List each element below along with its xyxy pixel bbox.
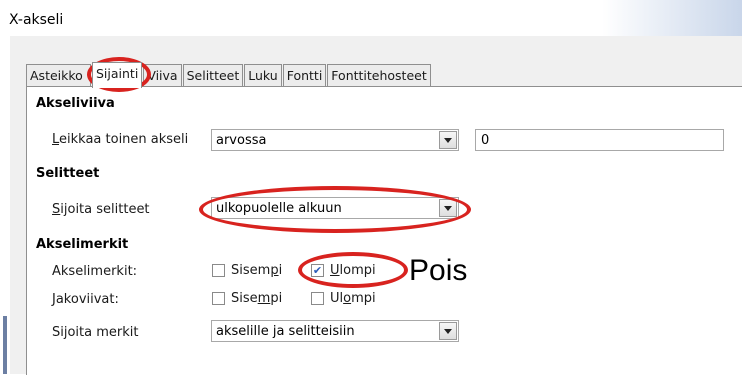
selected-value: akselille ja selitteisiin [216,324,355,339]
tab-label: Fontti [286,68,323,83]
annotation-ellipse-labels-select [199,186,471,233]
label-text: ijoita selitteet [60,202,150,217]
dropdown-button[interactable] [439,131,457,149]
titlebar-gradient [602,0,742,36]
tab-fonttitehosteet[interactable]: Fonttitehosteet [327,64,431,87]
background-mark [3,316,7,374]
tab-sijainti[interactable]: Sijainti [92,62,143,88]
background-strip [0,36,10,374]
grid-marks-label: Jakoviivat: [52,292,119,307]
annotation-text: Pois [409,254,468,287]
access-key: L [52,132,60,147]
tab-label: Fonttitehosteet [331,68,427,83]
dropdown-button[interactable] [439,322,457,340]
section-title-akselimerkit: Akselimerkit [36,237,129,252]
annotation-ellipse-outer-checkbox [298,252,408,288]
checkbox-box[interactable] [212,264,225,277]
section-title-akseliviiva: Akseliviiva [36,96,115,111]
grid-marks-inner-checkbox[interactable]: Sisempi [212,291,282,306]
label-text: eikkaa toinen akseli [59,132,189,147]
input-value: 0 [481,133,490,148]
place-labels-label: Sijoita selitteet [52,202,150,217]
window-titlebar: X-akseli [0,0,742,36]
chevron-down-icon [444,137,452,143]
checkbox-label: Ulompi [330,291,376,306]
window-title: X-akseli [9,12,64,28]
tab-luku[interactable]: Luku [244,64,282,87]
cut-axis-value-input[interactable]: 0 [475,129,724,151]
checkbox-label: Sisempi [231,263,283,278]
tab-label: Luku [248,68,278,83]
checkbox-box[interactable] [212,292,225,305]
tab-asteikko[interactable]: Asteikko [26,64,91,87]
cut-axis-label: Leikkaa toinen akseli [52,132,188,147]
tab-label: Asteikko [30,68,83,83]
cut-axis-select[interactable]: arvossa [211,129,459,151]
place-marks-select[interactable]: akselille ja selitteisiin [211,320,459,342]
tab-label: Sijainti [96,66,139,81]
tab-label: Viiva [147,68,178,83]
selected-value: arvossa [216,133,267,148]
chevron-down-icon [444,328,452,334]
checkbox-label: Sisempi [231,291,283,306]
axis-marks-label: Akselimerkit: [52,264,138,279]
axis-marks-inner-checkbox[interactable]: Sisempi [212,263,282,278]
tab-label: Selitteet [186,68,240,83]
checkbox-box[interactable] [311,292,324,305]
tab-fontti[interactable]: Fontti [282,64,327,87]
tab-selitteet[interactable]: Selitteet [182,64,244,87]
section-title-selitteet: Selitteet [36,166,100,181]
grid-marks-outer-checkbox[interactable]: Ulompi [311,291,376,306]
place-marks-label: Sijoita merkit [52,325,139,340]
